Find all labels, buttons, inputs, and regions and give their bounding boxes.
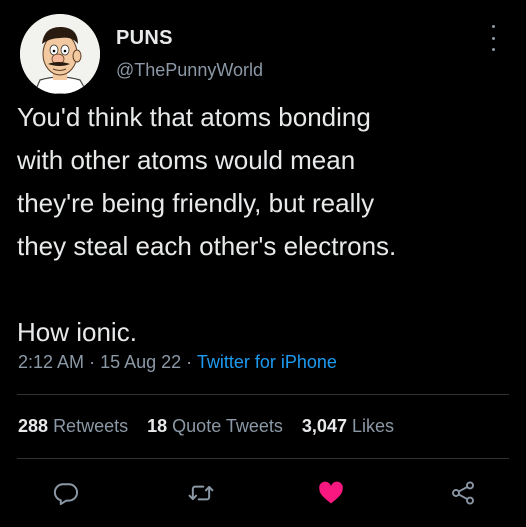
- retweet-icon: [188, 485, 214, 501]
- meta-separator: ·: [186, 352, 197, 372]
- share-icon: [452, 481, 474, 505]
- tweet-source-link[interactable]: Twitter for iPhone: [197, 352, 337, 372]
- meta-separator: ·: [89, 352, 101, 372]
- display-name[interactable]: PUNS: [116, 27, 173, 50]
- retweets-stat[interactable]: 288 Retweets: [18, 416, 128, 436]
- likes-label: Likes: [351, 416, 395, 436]
- heart-icon: [319, 481, 343, 504]
- avatar[interactable]: [20, 14, 100, 94]
- reply-icon: [53, 483, 78, 506]
- retweets-label: Retweets: [53, 416, 129, 436]
- divider: [17, 394, 509, 395]
- more-options-icon[interactable]: [487, 25, 499, 51]
- tweet-text: You'd think that atoms bonding with othe…: [17, 102, 397, 347]
- bob-belcher-avatar-icon: [20, 14, 100, 94]
- quote-tweets-count: 18: [147, 416, 168, 436]
- retweets-count: 288: [18, 416, 49, 436]
- divider: [17, 458, 509, 459]
- tweet-stats: 288 Retweets 18 Quote Tweets 3,047 Likes: [18, 416, 408, 437]
- quote-tweets-label: Quote Tweets: [172, 416, 283, 436]
- quote-tweets-stat[interactable]: 18 Quote Tweets: [147, 416, 283, 436]
- tweet-time[interactable]: 2:12 AM: [18, 352, 84, 372]
- share-button[interactable]: [448, 478, 478, 508]
- likes-count: 3,047: [301, 416, 347, 436]
- likes-stat[interactable]: 3,047 Likes: [302, 416, 394, 436]
- like-button[interactable]: [316, 478, 346, 508]
- tweet-date[interactable]: 15 Aug 22: [100, 352, 181, 372]
- retweet-button[interactable]: [186, 478, 216, 508]
- tweet-meta: 2:12 AM · 15 Aug 22 · Twitter for iPhone: [18, 352, 337, 373]
- user-handle[interactable]: @ThePunnyWorld: [116, 60, 263, 81]
- reply-button[interactable]: [51, 478, 81, 508]
